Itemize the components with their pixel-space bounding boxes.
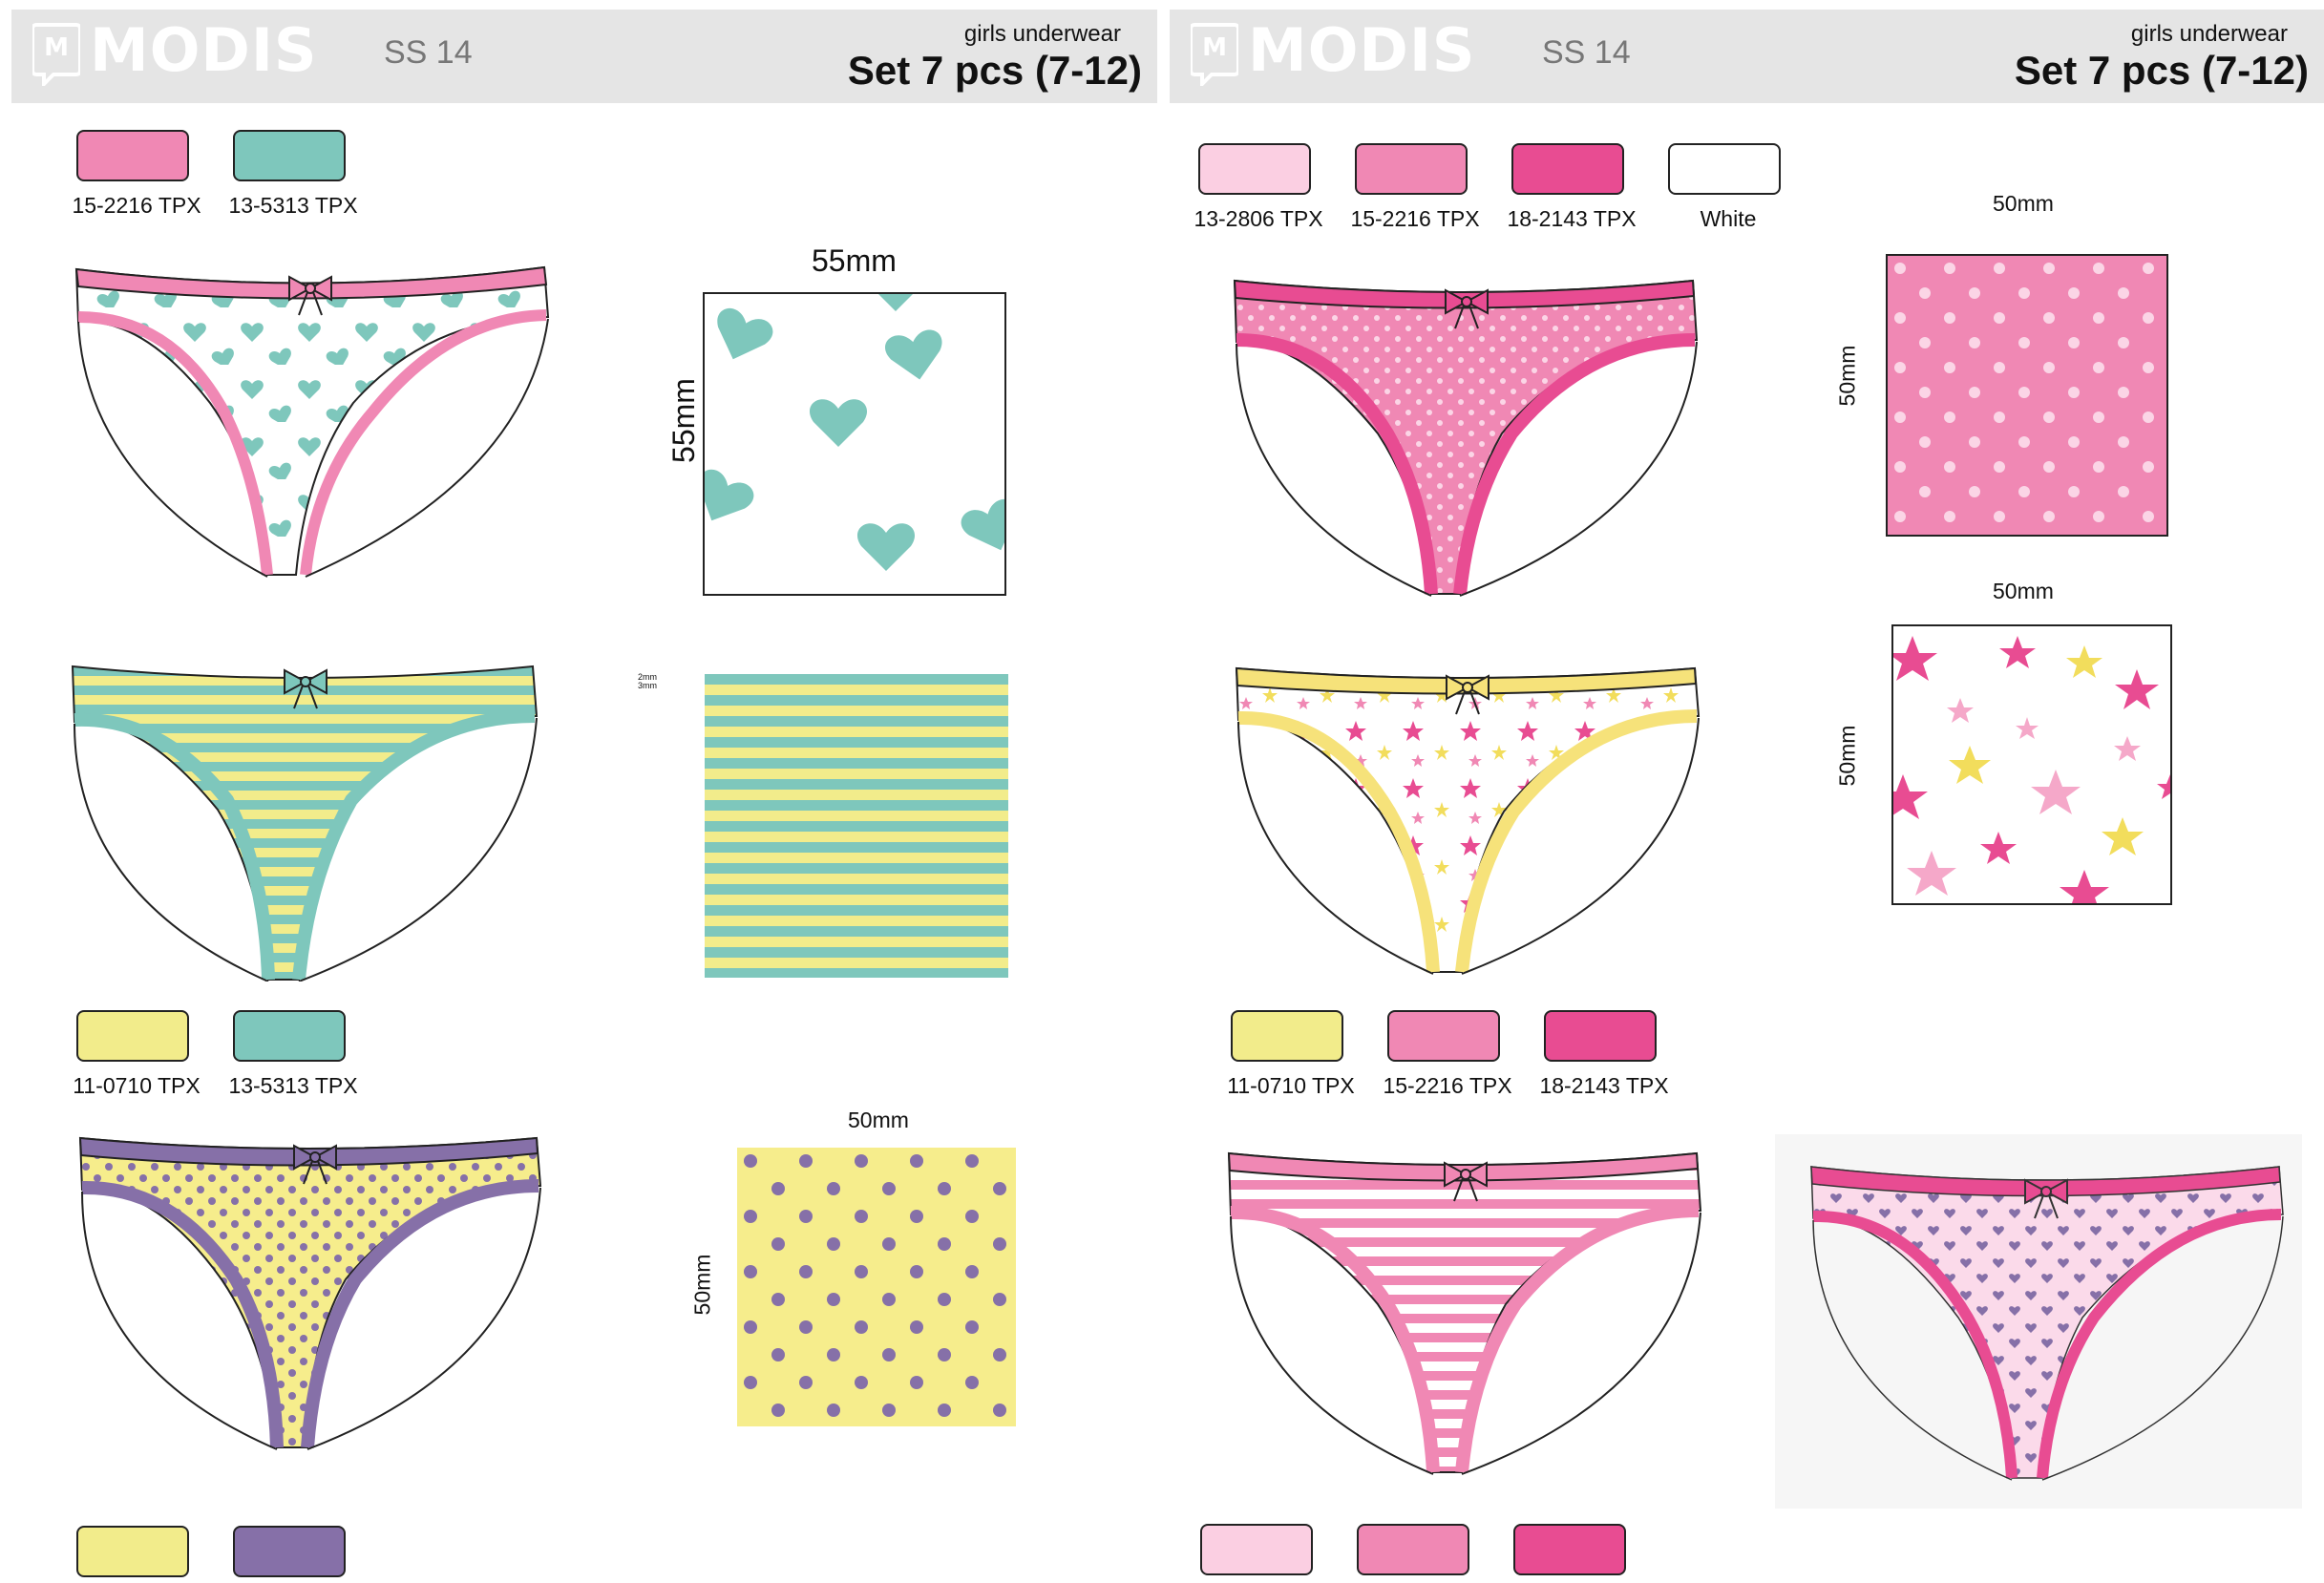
pattern-swatch-stars: [1891, 624, 2172, 905]
swatch: 18-2143 TPX: [1539, 1010, 1669, 1098]
swatch-code: 11-0710 TPX: [1227, 1073, 1355, 1098]
swatch: 18-2143 TPX: [1507, 143, 1637, 231]
color-chip: [1355, 143, 1468, 195]
color-chip: [233, 130, 346, 181]
brand-name: MODIS: [90, 15, 318, 85]
garment-pink-dots: [1233, 279, 1699, 597]
swatch: 13-5313 TPX: [228, 1010, 358, 1098]
swatch-code: 18-2143 TPX: [1507, 206, 1637, 231]
swatch-row-bottom-right: [1200, 1524, 1670, 1575]
color-chip: [233, 1526, 346, 1577]
header-right: M MODIS SS 14 girls underwear Set 7 pcs …: [1170, 10, 2324, 103]
swatch-code: 18-2143 TPX: [1539, 1073, 1669, 1098]
swatch-code: 15-2216 TPX: [72, 193, 201, 218]
category-label: girls underwear: [2130, 21, 2288, 47]
color-chip: [1231, 1010, 1343, 1062]
swatch: [76, 1526, 189, 1577]
swatch-code: 13-2806 TPX: [1194, 206, 1323, 231]
swatch-code: 15-2216 TPX: [1350, 206, 1480, 231]
category-label: girls underwear: [963, 21, 1121, 47]
color-chip: [1200, 1524, 1313, 1575]
brand-logo: M MODIS: [31, 15, 318, 89]
swatch-code: 11-0710 TPX: [73, 1073, 201, 1098]
color-chip: [1387, 1010, 1500, 1062]
stripe-label-b: 3mm: [638, 681, 657, 690]
garment-stars: [1235, 666, 1701, 975]
color-chip: [1357, 1524, 1469, 1575]
svg-text:M: M: [44, 33, 69, 62]
pattern-width-label: 50mm: [1993, 579, 2054, 603]
swatch-row-dots: [76, 1526, 390, 1577]
swatch: 13-2806 TPX: [1194, 143, 1323, 231]
color-chip: [1513, 1524, 1626, 1575]
garment-purple-hearts: [1810, 1166, 2284, 1481]
brand-logo: M MODIS: [1189, 15, 1476, 89]
right-sheet: M MODIS SS 14 girls underwear Set 7 pcs …: [1162, 0, 2324, 1583]
pattern-swatch-hearts: [703, 292, 1006, 596]
garment-hearts: [74, 265, 550, 578]
header-left: M MODIS SS 14 girls underwear Set 7 pcs …: [11, 10, 1157, 103]
pattern-height-label: 50mm: [1834, 725, 1860, 787]
pattern-width-label: 50mm: [848, 1108, 909, 1132]
pattern-height-label: 55mm: [666, 378, 701, 463]
swatch: [1513, 1524, 1626, 1575]
garment-dots: [78, 1136, 542, 1450]
color-chip: [233, 1010, 346, 1062]
pattern-height-label: 50mm: [1834, 345, 1860, 407]
swatch: 15-2216 TPX: [1383, 1010, 1512, 1098]
svg-text:M: M: [1202, 33, 1227, 62]
season-label: SS 14: [1542, 34, 1631, 71]
color-chip: [1544, 1010, 1657, 1062]
season-label: SS 14: [384, 34, 473, 71]
color-chip: [76, 130, 189, 181]
swatch: 13-5313 TPX: [228, 130, 358, 218]
swatch-row-hearts: 15-2216 TPX 13-5313 TPX: [72, 130, 390, 218]
swatch-code: 13-5313 TPX: [228, 193, 358, 218]
left-sheet: M MODIS SS 14 girls underwear Set 7 pcs …: [0, 0, 1162, 1583]
pattern-height-label: 50mm: [689, 1254, 715, 1316]
swatch: 15-2216 TPX: [72, 130, 201, 218]
swatch: 11-0710 TPX: [73, 1010, 201, 1098]
swatch-row-pink-dots: 13-2806 TPX 15-2216 TPX 18-2143 TPX Whit…: [1194, 143, 1825, 231]
color-chip: [76, 1526, 189, 1577]
swatch-code: 13-5313 TPX: [228, 1073, 358, 1098]
color-chip: [76, 1010, 189, 1062]
pattern-swatch-dots: [737, 1148, 1016, 1426]
color-chip: [1668, 143, 1781, 195]
swatch: [233, 1526, 346, 1577]
swatch: 15-2216 TPX: [1350, 143, 1480, 231]
garment-stripes: [71, 665, 539, 981]
brand-name: MODIS: [1248, 15, 1476, 85]
set-title: Set 7 pcs (7-12): [847, 48, 1142, 93]
swatch-code: 15-2216 TPX: [1383, 1073, 1512, 1098]
swatch-row-stripes: 11-0710 TPX 13-5313 TPX: [73, 1010, 390, 1098]
pattern-width-label: 50mm: [1993, 191, 2054, 216]
swatch: [1200, 1524, 1313, 1575]
pattern-swatch-stripes: [705, 674, 1008, 978]
pattern-swatch-pink-dots: [1886, 254, 2168, 537]
swatch: White: [1668, 143, 1781, 231]
logo-icon: M: [31, 23, 82, 89]
set-title: Set 7 pcs (7-12): [2014, 48, 2309, 93]
swatch: [1357, 1524, 1469, 1575]
logo-icon: M: [1189, 23, 1240, 89]
color-chip: [1198, 143, 1311, 195]
swatch-code: White: [1700, 206, 1757, 231]
garment-pink-stripes: [1227, 1151, 1702, 1475]
pattern-width-label: 55mm: [812, 243, 897, 278]
swatch: 11-0710 TPX: [1227, 1010, 1355, 1098]
color-chip: [1511, 143, 1624, 195]
swatch-row-stripes-pink: 11-0710 TPX 15-2216 TPX 18-2143 TPX: [1227, 1010, 1701, 1098]
